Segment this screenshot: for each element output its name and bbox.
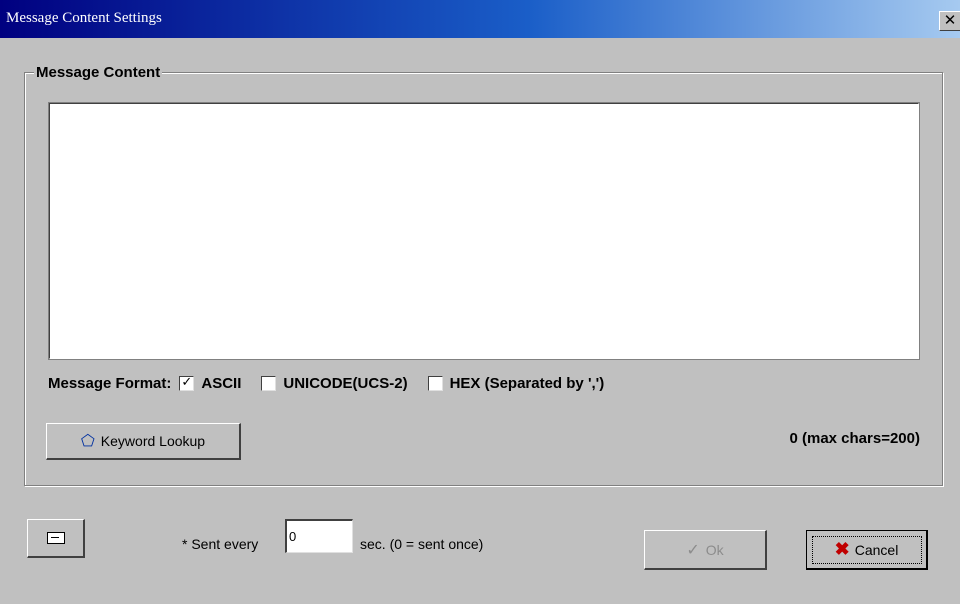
- sent-every-input[interactable]: [285, 519, 353, 553]
- cancel-button[interactable]: ✖ Cancel: [806, 530, 928, 570]
- cancel-x-icon: ✖: [834, 539, 850, 559]
- close-icon: ✕: [943, 11, 957, 29]
- sent-every-label: * Sent every: [182, 536, 259, 552]
- title-bar[interactable]: Message Content Settings ✕: [0, 0, 960, 38]
- ok-label: Ok: [705, 541, 724, 558]
- message-format-label: Message Format:: [48, 374, 172, 392]
- window-title: Message Content Settings: [6, 10, 162, 26]
- ascii-checkbox[interactable]: ✓: [179, 375, 195, 391]
- unicode-checkbox[interactable]: [261, 375, 277, 391]
- hex-label: HEX (Separated by ','): [449, 374, 605, 392]
- format-option-unicode[interactable]: UNICODE(UCS-2): [261, 374, 408, 392]
- sent-every-suffix: sec. (0 = sent once): [360, 536, 484, 552]
- cancel-focus-frame: ✖ Cancel: [811, 535, 922, 564]
- char-count: 0 (max chars=200): [789, 430, 920, 447]
- message-format-row: Message Format: ✓ ASCII UNICODE(UCS-2) H…: [48, 372, 624, 394]
- message-content-textarea[interactable]: [48, 102, 920, 360]
- envelope-button[interactable]: [27, 519, 85, 558]
- message-content-label: Message Content: [34, 64, 163, 81]
- keyword-lookup-label: Keyword Lookup: [100, 433, 206, 449]
- eraser-icon: ⬠: [80, 433, 95, 450]
- format-option-hex[interactable]: HEX (Separated by ','): [427, 374, 605, 392]
- close-button[interactable]: ✕: [939, 11, 960, 31]
- envelope-icon: [46, 532, 65, 544]
- hex-checkbox[interactable]: [427, 375, 443, 391]
- keyword-lookup-button[interactable]: ⬠ Keyword Lookup: [46, 423, 241, 460]
- format-option-ascii[interactable]: ✓ ASCII: [179, 375, 241, 392]
- unicode-label: UNICODE(UCS-2): [283, 374, 408, 392]
- cancel-label: Cancel: [854, 541, 899, 558]
- checkmark-icon: ✓: [686, 541, 700, 559]
- ascii-label: ASCII: [201, 374, 242, 392]
- ok-button[interactable]: ✓ Ok: [644, 530, 767, 570]
